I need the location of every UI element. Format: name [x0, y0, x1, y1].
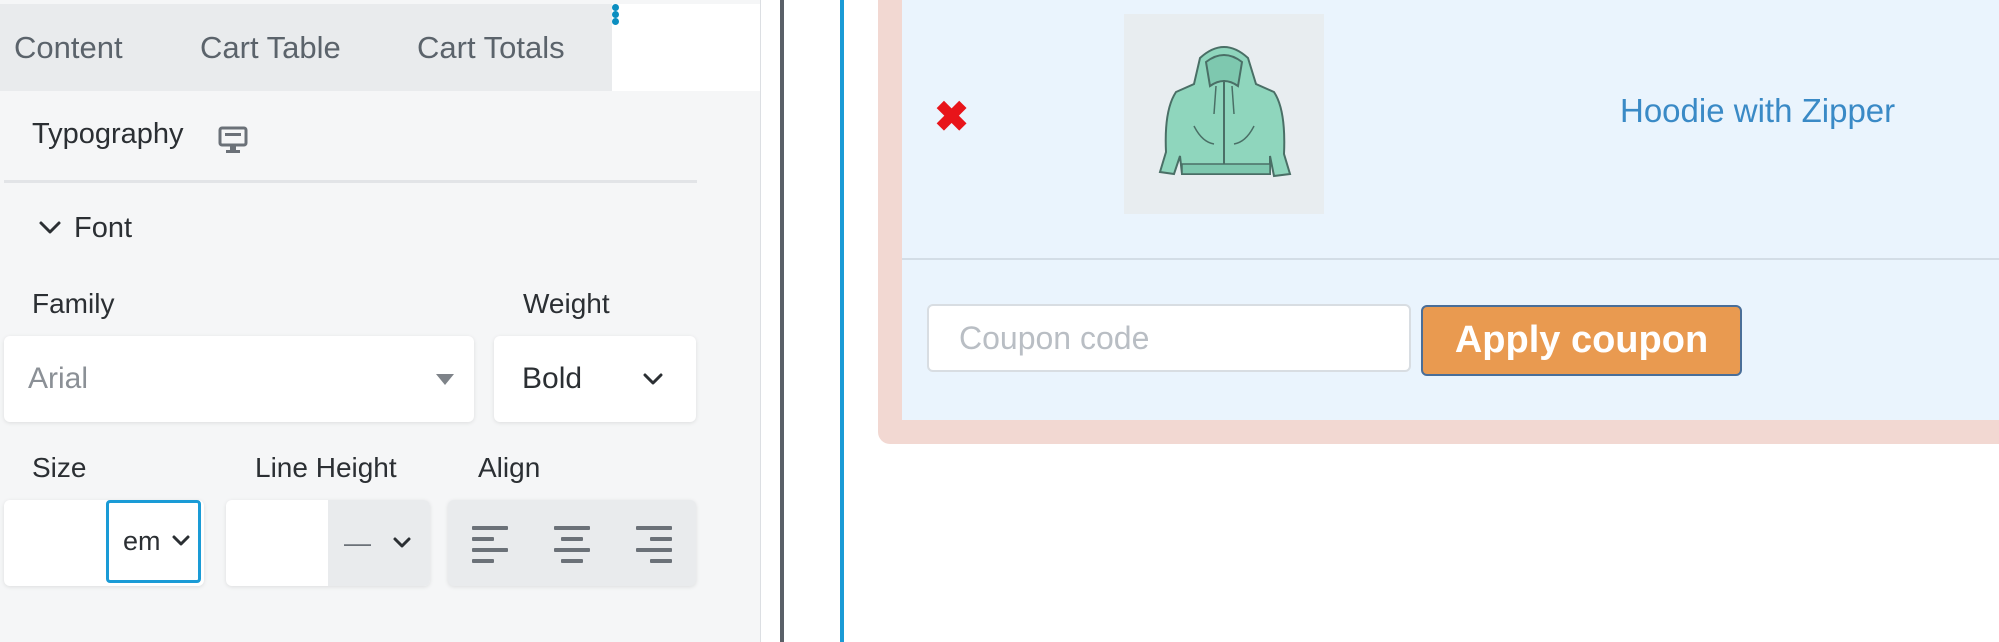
- product-name-link[interactable]: Hoodie with Zipper: [1620, 92, 1895, 130]
- tab-label: Cart Table: [200, 30, 341, 65]
- section-title: Typography: [32, 118, 184, 150]
- font-family-value: Arial: [28, 362, 89, 395]
- font-group-label: Font: [74, 211, 133, 244]
- panel-tabs: Content Cart Table Cart Totals: [0, 4, 760, 91]
- align-center-icon[interactable]: [554, 526, 590, 563]
- align-label: Align: [478, 452, 541, 483]
- selection-outline: [840, 0, 844, 642]
- size-unit-select[interactable]: em: [106, 500, 201, 583]
- remove-x-icon[interactable]: ✖: [934, 96, 969, 138]
- font-group-toggle[interactable]: Font: [38, 208, 132, 248]
- line-height-unit-value: —: [344, 528, 371, 558]
- section-divider: [4, 180, 697, 183]
- chevron-down-icon: [393, 537, 411, 548]
- font-weight-select[interactable]: Bold: [494, 336, 696, 422]
- tab-more[interactable]: [612, 4, 760, 91]
- weight-label: Weight: [523, 288, 610, 319]
- align-right-icon[interactable]: [636, 526, 672, 563]
- desktop-icon[interactable]: [218, 125, 248, 160]
- size-label: Size: [32, 452, 87, 483]
- chevron-down-icon: [39, 221, 61, 234]
- family-label: Family: [32, 288, 115, 319]
- font-weight-value: Bold: [522, 362, 583, 395]
- tab-cart-table[interactable]: Cart Table: [165, 4, 370, 91]
- settings-panel: Content Cart Table Cart Totals Typograph…: [0, 0, 761, 642]
- size-input[interactable]: [4, 500, 106, 586]
- chevron-down-icon: [643, 373, 663, 385]
- apply-coupon-button[interactable]: Apply coupon: [1421, 305, 1742, 376]
- line-height-unit-select[interactable]: —: [328, 500, 430, 586]
- align-left-icon[interactable]: [472, 526, 508, 563]
- coupon-code-input[interactable]: [927, 304, 1411, 372]
- size-unit-value: em: [123, 526, 161, 556]
- tab-cart-totals[interactable]: Cart Totals: [370, 4, 612, 91]
- hoodie-image[interactable]: [1124, 14, 1324, 214]
- chevron-down-icon: [172, 535, 190, 546]
- text-align-group: [448, 500, 696, 586]
- more-dots-icon: [612, 4, 760, 25]
- caret-down-icon: [436, 374, 454, 385]
- line-height-input[interactable]: [226, 500, 328, 586]
- panel-separator[interactable]: [780, 0, 784, 642]
- line-height-control: —: [226, 500, 430, 586]
- line-height-label: Line Height: [255, 452, 397, 483]
- tab-label: Cart Totals: [417, 30, 565, 65]
- font-family-select[interactable]: Arial: [4, 336, 474, 422]
- tab-label: Content: [14, 30, 123, 65]
- tab-content[interactable]: Content: [0, 4, 165, 91]
- row-divider: [902, 258, 1999, 260]
